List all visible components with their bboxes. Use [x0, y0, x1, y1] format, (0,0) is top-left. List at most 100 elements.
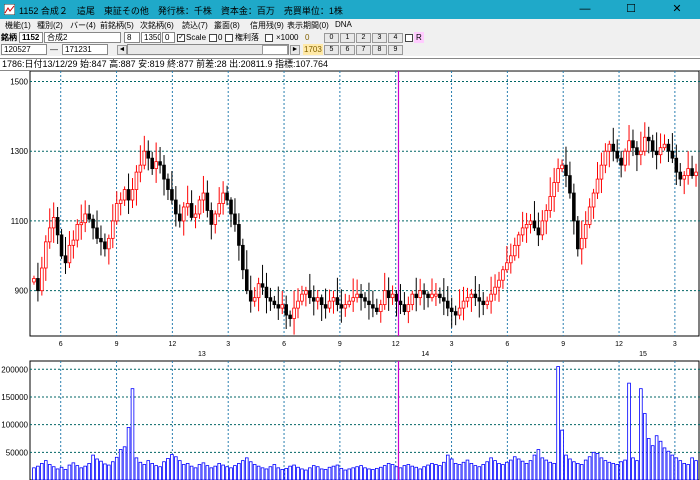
num-button-6[interactable]: 6: [340, 45, 355, 55]
volume-bar: [426, 464, 430, 480]
volume-bar: [166, 458, 170, 480]
candle-body: [351, 297, 355, 302]
candle-body: [670, 150, 675, 159]
volume-bar: [461, 461, 466, 480]
price-volume-chart[interactable]: 900 1100 1300 1500 50000 100000 150000 200000 6 9…: [0, 71, 700, 480]
candle-body: [643, 136, 647, 152]
candle-body: [111, 220, 115, 239]
menu-item-period[interactable]: 表示期間(0): [287, 20, 329, 31]
field-b[interactable]: 1350: [141, 32, 161, 43]
candle-body: [71, 239, 76, 246]
volume-bar: [548, 461, 552, 480]
date-separator: —: [50, 45, 58, 54]
menu-item-load[interactable]: 読込(7): [182, 20, 208, 31]
candle-body: [59, 234, 64, 257]
menu-item-bar[interactable]: バー(4): [70, 20, 96, 31]
margin-checkbox[interactable]: [225, 34, 233, 42]
menu-item-type[interactable]: 種別(2): [37, 20, 63, 31]
volume-bar: [666, 450, 671, 480]
candle-body: [296, 300, 300, 309]
candle-body: [501, 269, 505, 281]
price-tick-label-3: 1500: [10, 77, 28, 86]
volume-bar: [308, 467, 312, 480]
year-label-1: 14: [421, 351, 429, 358]
volume-bar: [130, 388, 135, 480]
menu-item-function[interactable]: 機能(1): [5, 20, 31, 31]
volume-bar: [449, 458, 454, 480]
volume-bar: [382, 465, 387, 480]
num-button-1[interactable]: 1: [340, 33, 355, 43]
candle-body: [666, 143, 671, 152]
date-to-select[interactable]: 171231: [62, 44, 108, 55]
menu-item-screen[interactable]: 叢面(8): [214, 20, 240, 31]
field-c[interactable]: 0: [162, 32, 175, 43]
candle-body: [367, 300, 371, 306]
maximize-button[interactable]: ☐: [608, 0, 654, 19]
close-button[interactable]: ✕: [654, 0, 700, 19]
num-button-3[interactable]: 3: [372, 33, 387, 43]
volume-bar: [611, 462, 616, 480]
field-a[interactable]: 8: [124, 32, 140, 43]
scroll-left-button[interactable]: ◄: [117, 45, 127, 55]
minimize-button[interactable]: —: [562, 0, 608, 19]
volume-bar: [111, 461, 115, 480]
menu-item-next[interactable]: 次銘柄(6): [140, 20, 174, 31]
menu-item-margin[interactable]: 信用残(9): [250, 20, 284, 31]
candle-body: [162, 164, 166, 180]
volume-bar: [237, 462, 241, 480]
code-field[interactable]: 1152: [19, 32, 43, 43]
scale-checkbox[interactable]: ✓: [177, 34, 185, 42]
candle-body: [256, 283, 261, 299]
candle-body: [619, 157, 623, 166]
candle-body: [469, 293, 474, 299]
volume-bar: [497, 462, 501, 480]
candle-body: [300, 293, 304, 302]
field-d-checkbox[interactable]: [209, 34, 217, 42]
candle-body: [95, 227, 99, 239]
month-tick-label-5: 9: [338, 341, 342, 348]
scrollbar-thumb[interactable]: [262, 45, 288, 55]
volume-bar: [418, 468, 422, 480]
r-checkbox[interactable]: [405, 34, 413, 42]
num-button-7[interactable]: 7: [356, 45, 371, 55]
volume-bar: [311, 465, 316, 480]
volume-bar: [134, 457, 139, 480]
candle-body: [335, 297, 340, 306]
volume-bar: [509, 459, 513, 480]
candle-body: [639, 150, 643, 156]
volume-bar: [631, 457, 635, 480]
x1000-checkbox[interactable]: [265, 34, 273, 42]
menu-item-dna[interactable]: DNA: [335, 20, 352, 29]
name-field[interactable]: 合成2: [44, 32, 121, 43]
candle-body: [572, 192, 576, 222]
candle-body: [528, 220, 533, 225]
candle-body: [118, 199, 123, 204]
candle-body: [107, 237, 111, 250]
candle-body: [595, 178, 600, 194]
scroll-right-button[interactable]: ►: [290, 45, 300, 55]
candle-body: [548, 196, 552, 211]
candle-body: [221, 192, 225, 204]
volume-bar: [304, 469, 308, 480]
num-button-8[interactable]: 8: [372, 45, 387, 55]
candle-body: [67, 244, 72, 264]
num-button-0[interactable]: 0: [324, 33, 339, 43]
volume-bar: [339, 467, 344, 480]
date-from-select[interactable]: 120527: [1, 44, 47, 55]
menu-item-prev[interactable]: 前銘柄(5): [100, 20, 134, 31]
num-button-2[interactable]: 2: [356, 33, 371, 43]
volume-bar: [643, 413, 647, 480]
num-button-5[interactable]: 5: [324, 45, 339, 55]
code-label: 銘柄: [1, 33, 17, 42]
candle-body: [485, 300, 489, 306]
volume-bar: [205, 465, 210, 480]
candle-body: [552, 182, 556, 197]
volume-bar: [568, 458, 572, 480]
volume-bar: [225, 466, 229, 480]
field-d-label: 0: [218, 33, 223, 42]
candle-body: [662, 143, 667, 149]
num-button-4[interactable]: 4: [388, 33, 403, 43]
volume-bar: [264, 468, 269, 480]
num-button-9[interactable]: 9: [388, 45, 403, 55]
candle-body: [418, 290, 422, 299]
